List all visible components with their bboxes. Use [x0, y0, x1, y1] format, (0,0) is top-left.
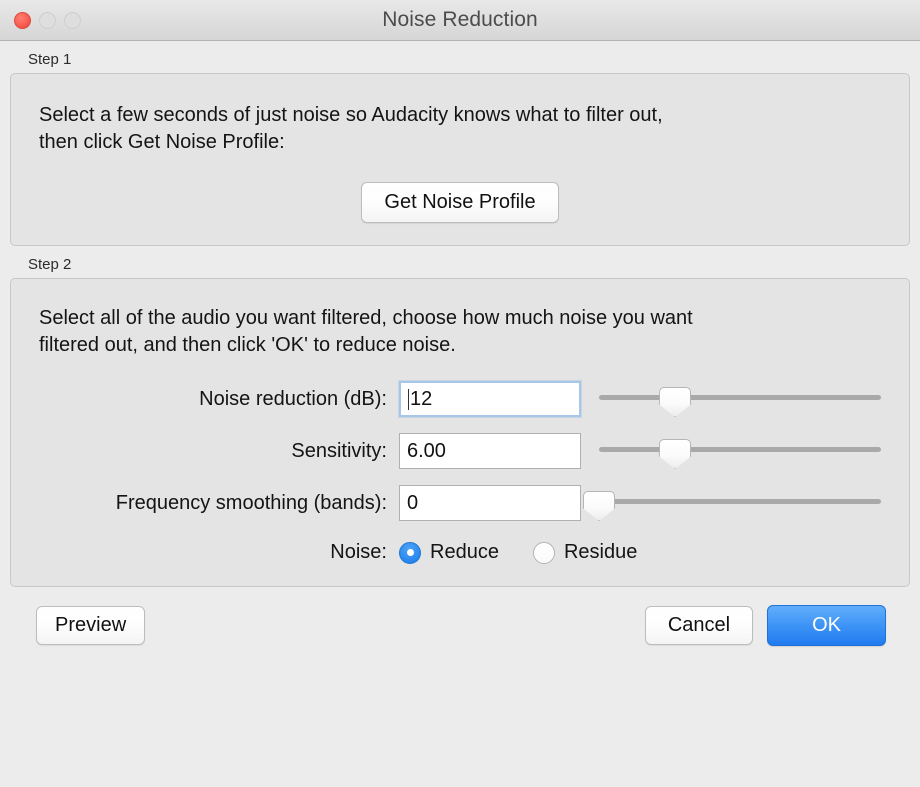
dialog-footer: Preview Cancel OK	[10, 605, 910, 646]
step1-instructions-line1: Select a few seconds of just noise so Au…	[39, 104, 663, 126]
step1-label: Step 1	[28, 51, 72, 68]
frequency-smoothing-slider[interactable]	[583, 485, 881, 521]
radio-reduce-indicator[interactable]	[399, 541, 421, 564]
radio-residue-label: Residue	[563, 541, 638, 563]
step2-instructions-line2: filtered out, and then click 'OK' to red…	[39, 334, 456, 356]
sensitivity-slider[interactable]	[599, 433, 881, 469]
step2-instructions-line1: Select all of the audio you want filtere…	[39, 307, 693, 329]
ok-button[interactable]: OK	[767, 605, 886, 646]
minimize-button[interactable]	[39, 11, 56, 29]
zoom-button[interactable]	[64, 11, 81, 29]
sensitivity-row: Sensitivity: 6.00	[39, 433, 889, 469]
parameter-controls: Noise reduction (dB): 12 Sensitivity: 6.…	[11, 381, 909, 564]
dialog-content: Step 1 Select a few seconds of just nois…	[0, 51, 920, 646]
preview-button[interactable]: Preview	[36, 606, 146, 645]
noise-reduction-value: 12	[410, 387, 433, 410]
noise-mode-row: Noise: Reduce Residue	[39, 541, 889, 564]
step2-instructions: Select all of the audio you want filtere…	[11, 305, 909, 359]
text-caret	[408, 388, 409, 410]
sensitivity-label: Sensitivity:	[291, 439, 387, 462]
title-bar: Noise Reduction	[0, 0, 920, 41]
noise-reduction-slider[interactable]	[599, 381, 881, 417]
get-noise-profile-row: Get Noise Profile	[11, 182, 909, 223]
radio-reduce-label: Reduce	[430, 541, 499, 563]
step1-instructions-line2: then click Get Noise Profile:	[39, 131, 285, 153]
noise-mode-label: Noise:	[330, 541, 387, 563]
radio-residue-indicator[interactable]	[532, 541, 555, 564]
step1-panel: Select a few seconds of just noise so Au…	[10, 73, 910, 246]
step1-instructions: Select a few seconds of just noise so Au…	[11, 102, 909, 156]
noise-reduction-dialog: Noise Reduction Step 1 Select a few seco…	[0, 0, 920, 787]
noise-reduction-label: Noise reduction (dB):	[199, 387, 387, 410]
slider-thumb[interactable]	[583, 491, 615, 521]
step2-label: Step 2	[28, 256, 72, 273]
noise-mode-options: Reduce Residue	[399, 541, 637, 564]
frequency-smoothing-value: 0	[407, 491, 419, 514]
noise-reduction-input[interactable]: 12	[399, 381, 581, 417]
sensitivity-value: 6.00	[407, 439, 446, 462]
sensitivity-input[interactable]: 6.00	[399, 433, 581, 469]
close-button[interactable]	[14, 11, 31, 29]
window-controls	[14, 0, 81, 40]
frequency-smoothing-input[interactable]: 0	[399, 485, 581, 521]
step2-group: Step 2 Select all of the audio you want …	[10, 256, 910, 587]
slider-track	[599, 499, 881, 504]
noise-reduction-row: Noise reduction (dB): 12	[39, 381, 889, 417]
slider-thumb[interactable]	[659, 439, 692, 469]
slider-track	[599, 447, 881, 452]
frequency-smoothing-label: Frequency smoothing (bands):	[115, 491, 387, 514]
window-title: Noise Reduction	[382, 8, 538, 31]
radio-reduce[interactable]: Reduce	[399, 541, 499, 564]
slider-track	[599, 395, 881, 400]
slider-thumb[interactable]	[659, 387, 692, 417]
get-noise-profile-button[interactable]: Get Noise Profile	[361, 182, 559, 223]
step1-group: Step 1 Select a few seconds of just nois…	[10, 51, 910, 246]
step2-panel: Select all of the audio you want filtere…	[10, 278, 910, 587]
frequency-smoothing-row: Frequency smoothing (bands): 0	[39, 485, 889, 521]
radio-residue[interactable]: Residue	[532, 541, 638, 564]
cancel-button[interactable]: Cancel	[644, 606, 754, 645]
